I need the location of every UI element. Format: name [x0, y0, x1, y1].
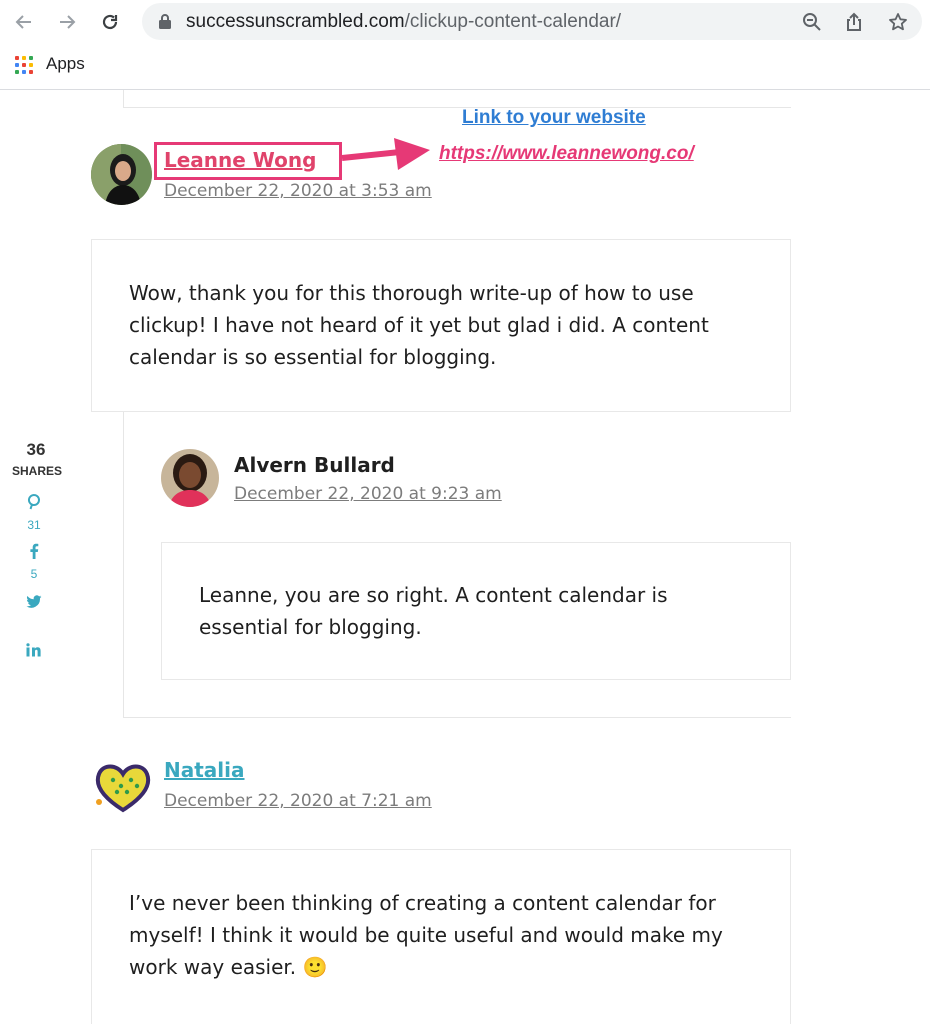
comment-date-link[interactable]: December 22, 2020 at 7:21 am [164, 791, 432, 811]
reply-thread-line [123, 412, 124, 717]
bookmark-star-icon[interactable] [886, 10, 910, 34]
comment-text: I’ve never been thinking of creating a c… [129, 891, 723, 979]
comment-author-link[interactable]: Natalia [164, 758, 245, 782]
pinterest-count: 31 [27, 518, 41, 532]
apps-dot [29, 63, 33, 67]
comment-body-box: Wow, thank you for this thorough write-u… [91, 239, 791, 412]
apps-grid-icon[interactable] [15, 56, 33, 74]
facebook-count: 5 [30, 567, 38, 581]
comment-body-box: I’ve never been thinking of creating a c… [91, 849, 791, 1024]
apps-dot [29, 56, 33, 60]
forward-arrow-icon[interactable] [53, 8, 81, 36]
reply-body-box: Leanne, you are so right. A content cale… [161, 542, 791, 680]
avatar [91, 758, 155, 814]
apps-dot [15, 70, 19, 74]
avatar [161, 449, 219, 507]
apps-dot [15, 56, 19, 60]
facebook-icon[interactable] [24, 543, 44, 563]
pinterest-icon[interactable] [24, 493, 44, 514]
apps-dot [22, 63, 26, 67]
divider [123, 717, 791, 718]
share-label: SHARES [11, 464, 62, 478]
linkedin-icon[interactable] [24, 643, 44, 661]
url-path: /clickup-content-calendar/ [404, 11, 622, 32]
annotation-url: https://www.leannewong.co/ [439, 143, 694, 164]
back-arrow-icon[interactable] [10, 8, 38, 36]
bookmarks-bar: Apps [0, 44, 930, 90]
twitter-icon[interactable] [24, 595, 44, 613]
apps-bookmark[interactable]: Apps [46, 54, 85, 74]
comments-section: Leanne Wong December 22, 2020 at 3:53 am… [0, 90, 930, 1024]
divider [123, 107, 791, 108]
comment-text: Wow, thank you for this thorough write-u… [129, 281, 709, 369]
reply-author: Alvern Bullard [234, 453, 395, 477]
reply-text: Leanne, you are so right. A content cale… [199, 583, 668, 639]
apps-dot [22, 56, 26, 60]
comment-date-link[interactable]: December 22, 2020 at 3:53 am [164, 181, 432, 201]
apps-dot [22, 70, 26, 74]
reply-date-link[interactable]: December 22, 2020 at 9:23 am [234, 484, 502, 504]
share-icon[interactable] [842, 10, 866, 34]
reply-thread-line [123, 90, 124, 108]
browser-toolbar: successunscrambled.com/clickup-content-c… [0, 0, 930, 44]
annotation-highlight-box [154, 142, 342, 180]
apps-dot [15, 63, 19, 67]
url-host: successunscrambled.com [186, 11, 405, 32]
annotation-arrow-icon [341, 138, 430, 170]
apps-dot [29, 70, 33, 74]
address-bar[interactable]: successunscrambled.com/clickup-content-c… [142, 3, 922, 40]
zoom-icon[interactable] [800, 10, 824, 34]
share-count: 36 [26, 440, 46, 459]
lock-icon [159, 14, 171, 29]
annotation-label: Link to your website [462, 107, 646, 128]
url-text[interactable]: successunscrambled.com/clickup-content-c… [186, 11, 621, 33]
reload-icon[interactable] [96, 8, 124, 36]
avatar [91, 144, 152, 205]
